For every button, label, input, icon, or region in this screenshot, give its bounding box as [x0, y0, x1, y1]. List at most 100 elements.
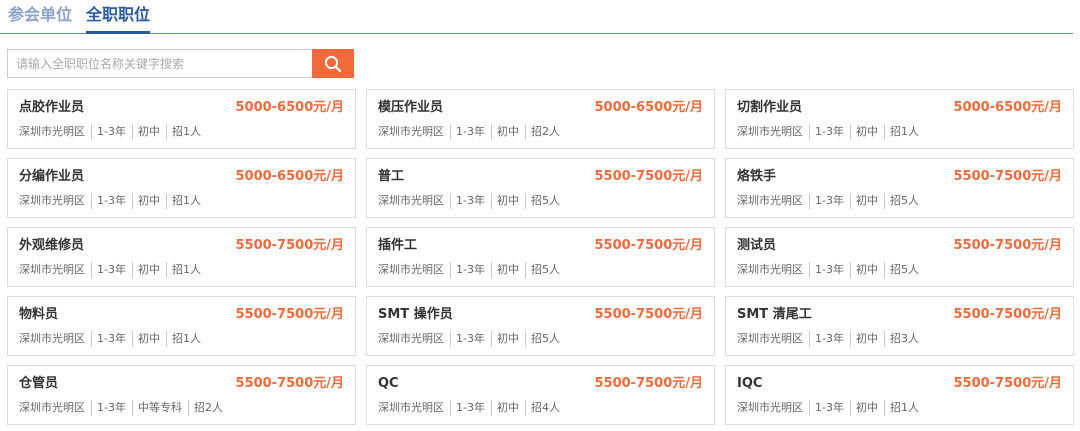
job-card[interactable]: 测试员 5500-7500元/月深圳市光明区 1-3年 初中 招5人 — [725, 227, 1074, 287]
job-openings: 招5人 — [883, 193, 919, 209]
job-title[interactable]: 仓管员 — [19, 375, 58, 393]
job-salary: 5500-7500元/月 — [953, 376, 1062, 391]
job-location: 深圳市光明区 — [737, 263, 803, 276]
job-title[interactable]: SMT 清尾工 — [737, 306, 812, 324]
job-openings: 招4人 — [524, 400, 560, 416]
job-openings: 招5人 — [524, 262, 560, 278]
job-experience: 1-3年 — [809, 124, 844, 140]
job-title[interactable]: 外观维修员 — [19, 237, 84, 255]
job-card[interactable]: 烙铁手 5500-7500元/月 深圳市光明区 1-3年 初中 招5人 — [725, 158, 1074, 218]
job-openings: 招1人 — [165, 193, 201, 209]
search-button[interactable] — [312, 49, 354, 78]
job-meta: 深圳市光明区 1-3年 初中 招1人 — [737, 124, 919, 140]
job-experience: 1-3年 — [91, 124, 126, 140]
job-card[interactable]: IQC 5500-7500元/月 深圳市光明区 1-3年 初中 招1人 — [725, 365, 1074, 425]
job-salary: 5500-7500元/月 — [235, 238, 344, 253]
job-card[interactable]: 模压作业员 5000-6500元/月深圳市光明区 1-3年 初中 招2人 — [366, 89, 715, 149]
job-education: 初中 — [131, 124, 160, 140]
job-experience: 1-3年 — [91, 262, 126, 278]
job-card[interactable]: 点胶作业员 5000-6500元/月 深圳市光明区 1-3年 初中 招1人 — [7, 89, 356, 149]
job-title[interactable]: 普工 — [378, 168, 404, 186]
job-card[interactable]: 插件工 5500-7500元/月 深圳市光明区 1-3年 初中 招5人 — [366, 227, 715, 287]
job-education: 初中 — [849, 124, 878, 140]
job-education: 初中 — [490, 331, 519, 347]
job-location: 深圳市光明区 — [19, 332, 85, 345]
job-title[interactable]: 点胶作业员 — [19, 99, 84, 117]
job-openings: 招1人 — [165, 331, 201, 347]
job-card[interactable]: 外观维修员 5500-7500元/月 深圳市光明区 1-3年 初中 招1人 — [7, 227, 356, 287]
job-location: 深圳市光明区 — [378, 263, 444, 276]
job-education: 初中 — [490, 124, 519, 140]
job-education: 初中 — [490, 400, 519, 416]
job-openings: 招5人 — [524, 331, 560, 347]
job-salary: 5500-7500元/月 — [594, 169, 703, 184]
job-experience: 1-3年 — [809, 193, 844, 209]
job-title[interactable]: SMT 操作员 — [378, 306, 453, 324]
job-title[interactable]: 切割作业员 — [737, 99, 802, 117]
job-openings: 招2人 — [524, 124, 560, 140]
job-location: 深圳市光明区 — [19, 263, 85, 276]
job-education: 中等专科 — [131, 400, 182, 416]
job-card[interactable]: QC 5500-7500元/月深圳市光明区 1-3年 初中 招4人 — [366, 365, 715, 425]
job-location: 深圳市光明区 — [19, 125, 85, 138]
job-openings: 招2人 — [187, 400, 223, 416]
job-experience: 1-3年 — [450, 331, 485, 347]
job-location: 深圳市光明区 — [378, 125, 444, 138]
job-location: 深圳市光明区 — [737, 332, 803, 345]
job-openings: 招1人 — [883, 124, 919, 140]
job-meta: 深圳市光明区 1-3年 初中 招2人 — [378, 124, 560, 140]
job-salary: 5500-7500元/月 — [594, 238, 703, 253]
job-salary: 5000-6500元/月 — [594, 100, 703, 115]
job-grid: 点胶作业员 5000-6500元/月 深圳市光明区 1-3年 初中 招1人 模压作业员 500… — [7, 89, 1074, 427]
job-title[interactable]: QC — [378, 375, 399, 393]
job-card[interactable]: 切割作业员 5000-6500元/月 深圳市光明区 1-3年 初中 招1人 — [725, 89, 1074, 149]
job-card[interactable]: 分编作业员 5000-6500元/月 深圳市光明区 1-3年 初中 招1人 — [7, 158, 356, 218]
job-title[interactable]: 插件工 — [378, 237, 417, 255]
job-location: 深圳市光明区 — [737, 194, 803, 207]
job-salary: 5500-7500元/月 — [953, 238, 1062, 253]
job-salary: 5000-6500元/月 — [235, 169, 344, 184]
job-openings: 招1人 — [883, 400, 919, 416]
job-title[interactable]: 烙铁手 — [737, 168, 776, 186]
search-icon — [324, 55, 342, 72]
job-card[interactable]: 物料员 5500-7500元/月 深圳市光明区 1-3年 初中 招1人 — [7, 296, 356, 356]
job-card[interactable]: SMT 操作员 5500-7500元/月 深圳市光明区 1-3年 初中 招5人 — [366, 296, 715, 356]
job-meta: 深圳市光明区 1-3年 初中 招5人 — [378, 262, 560, 278]
job-title[interactable]: 物料员 — [19, 306, 58, 324]
job-education: 初中 — [490, 193, 519, 209]
job-meta: 深圳市光明区 1-3年 初中 招3人 — [737, 331, 919, 347]
job-experience: 1-3年 — [809, 400, 844, 416]
job-experience: 1-3年 — [450, 400, 485, 416]
job-salary: 5500-7500元/月 — [235, 376, 344, 391]
search-bar — [7, 49, 354, 78]
job-education: 初中 — [849, 193, 878, 209]
job-meta: 深圳市光明区 1-3年 初中 招5人 — [378, 193, 560, 209]
job-education: 初中 — [849, 400, 878, 416]
job-salary: 5500-7500元/月 — [594, 376, 703, 391]
job-openings: 招5人 — [524, 193, 560, 209]
job-meta: 深圳市光明区 1-3年 初中 招5人 — [378, 331, 560, 347]
job-openings: 招5人 — [883, 262, 919, 278]
job-education: 初中 — [131, 262, 160, 278]
job-salary: 5000-6500元/月 — [235, 100, 344, 115]
search-input[interactable] — [7, 49, 313, 78]
job-card[interactable]: 仓管员 5500-7500元/月 深圳市光明区 1-3年 中等专科 招2人 — [7, 365, 356, 425]
job-openings: 招3人 — [883, 331, 919, 347]
job-location: 深圳市光明区 — [378, 401, 444, 414]
job-title[interactable]: 模压作业员 — [378, 99, 443, 117]
job-title[interactable]: 分编作业员 — [19, 168, 84, 186]
tab-fulltime-jobs[interactable]: 全职职位 — [86, 4, 151, 34]
job-education: 初中 — [131, 193, 160, 209]
job-title[interactable]: 测试员 — [737, 237, 776, 255]
job-experience: 1-3年 — [450, 262, 485, 278]
job-education: 初中 — [849, 262, 878, 278]
job-meta: 深圳市光明区 1-3年 初中 招1人 — [19, 262, 201, 278]
job-card[interactable]: SMT 清尾工 5500-7500元/月 深圳市光明区 1-3年 初中 招3人 — [725, 296, 1074, 356]
job-experience: 1-3年 — [91, 331, 126, 347]
job-location: 深圳市光明区 — [378, 332, 444, 345]
tab-bar: 参会单位 全职职位 — [0, 0, 1073, 34]
tab-exhibitors[interactable]: 参会单位 — [8, 4, 72, 26]
job-meta: 深圳市光明区 1-3年 初中 招5人 — [737, 262, 919, 278]
job-card[interactable]: 普工 5500-7500元/月深圳市光明区 1-3年 初中 招5人 — [366, 158, 715, 218]
job-title[interactable]: IQC — [737, 375, 762, 393]
